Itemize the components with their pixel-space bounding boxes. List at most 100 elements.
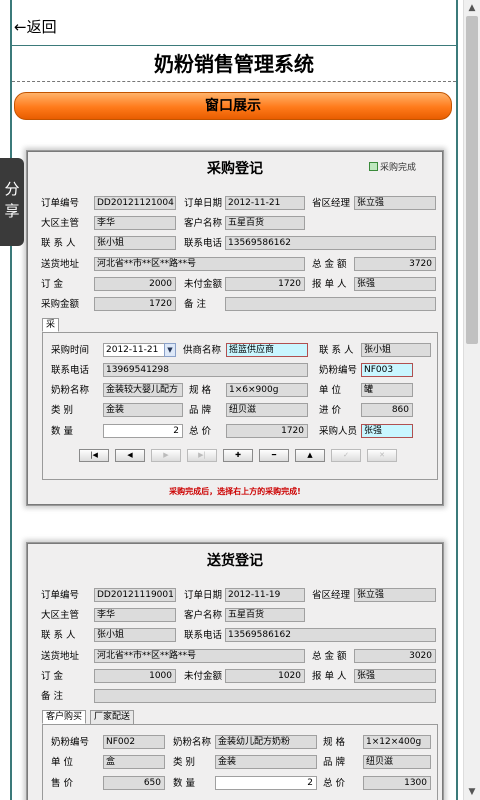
checkbox-label: 采购完成	[379, 163, 416, 173]
detail-contact-field[interactable]: 张小姐	[361, 343, 431, 357]
tab-purchase-detail[interactable]: 采购明细	[42, 318, 60, 369]
label: 客户名称	[184, 610, 223, 621]
vertical-scrollbar[interactable]: ▲ ▼	[463, 0, 480, 800]
label: 奶粉编号	[319, 365, 358, 376]
label: 订单日期	[184, 590, 223, 601]
reporter-field[interactable]: 张强	[354, 277, 436, 291]
label: 报 单 人	[312, 671, 347, 682]
order-no-field[interactable]: DD20121121004	[94, 196, 176, 210]
prev-record-button[interactable]: ◀	[115, 449, 145, 462]
detail-phone-field[interactable]: 13969541298	[103, 363, 308, 377]
back-link[interactable]: ←返回	[14, 16, 57, 37]
unit-field[interactable]: 盒	[103, 755, 165, 769]
manager-field[interactable]: 张立强	[354, 196, 436, 210]
label: 订单编号	[41, 590, 80, 601]
label: 联 系 人	[41, 630, 76, 641]
delivery-tabs: 客户购买 厂家配送	[42, 710, 162, 724]
chevron-down-icon[interactable]: ▼	[164, 343, 176, 357]
purchase-screenshot-card: 采购登记 采购完成 订单编号 DD20121121004 订单日期 2012-1…	[26, 150, 444, 506]
label: 订 金	[41, 279, 64, 290]
category-field[interactable]: 金装	[215, 755, 317, 769]
phone-field[interactable]: 13569586162	[225, 236, 436, 250]
sum-field[interactable]: 1720	[226, 424, 308, 438]
scroll-down-icon[interactable]: ▼	[464, 784, 480, 800]
total-field[interactable]: 3020	[354, 649, 436, 663]
label: 大区主管	[41, 218, 80, 229]
address-field[interactable]: 河北省**市**区**路**号	[94, 257, 305, 271]
order-date-field[interactable]: 2012-11-19	[225, 588, 305, 602]
region-field[interactable]: 李华	[94, 608, 176, 622]
label: 奶粉编号	[51, 737, 90, 748]
label: 联 系 人	[41, 238, 76, 249]
delete-record-button[interactable]: ━	[259, 449, 289, 462]
manager-field[interactable]: 张立强	[354, 588, 436, 602]
purchase-time-field[interactable]: 2012-11-21	[103, 343, 165, 357]
scroll-up-icon[interactable]: ▲	[464, 0, 480, 16]
label: 品 牌	[189, 405, 212, 416]
brand-field[interactable]: 纽贝滋	[226, 403, 308, 417]
quantity-field[interactable]: 2	[103, 424, 183, 438]
purchase-window: 采购登记 采购完成 订单编号 DD20121121004 订单日期 2012-1…	[27, 151, 443, 505]
next-record-button[interactable]: ▶	[151, 449, 181, 462]
add-record-button[interactable]: ✚	[223, 449, 253, 462]
label: 奶粉名称	[173, 737, 212, 748]
address-field[interactable]: 河北省**市**区**路**号	[94, 649, 305, 663]
remark-field[interactable]	[94, 689, 436, 703]
last-record-button[interactable]: ▶|	[187, 449, 217, 462]
scrollbar-thumb[interactable]	[466, 16, 478, 344]
sum-field[interactable]: 1300	[363, 776, 431, 790]
tab-customer-purchase[interactable]: 客户购买	[42, 710, 87, 724]
customer-field[interactable]: 五星百货	[225, 216, 305, 230]
label: 品 牌	[323, 757, 346, 768]
tab-factory-delivery[interactable]: 厂家配送	[90, 710, 135, 724]
label: 联系电话	[184, 630, 223, 641]
purchase-amount-field[interactable]: 1720	[94, 297, 176, 311]
customer-field[interactable]: 五星百货	[225, 608, 305, 622]
edit-record-button[interactable]: ▲	[295, 449, 325, 462]
order-no-field[interactable]: DD20121119001	[94, 588, 176, 602]
purchase-complete-checkbox[interactable]: 采购完成	[368, 162, 416, 174]
label: 省区经理	[312, 198, 351, 209]
region-field[interactable]: 李华	[94, 216, 176, 230]
deposit-field[interactable]: 1000	[94, 669, 176, 683]
quantity-field[interactable]: 2	[215, 776, 317, 790]
product-name-field[interactable]: 金装幼儿配方奶粉	[215, 735, 317, 749]
cost-price-field[interactable]: 860	[361, 403, 413, 417]
deposit-field[interactable]: 2000	[94, 277, 176, 291]
label: 未付金额	[184, 279, 223, 290]
phone-field[interactable]: 13569586162	[225, 628, 436, 642]
label: 联系电话	[184, 238, 223, 249]
cancel-record-button[interactable]: ✕	[367, 449, 397, 462]
buyer-field[interactable]: 张强	[361, 424, 413, 438]
category-field[interactable]: 金装	[103, 403, 183, 417]
unpaid-field[interactable]: 1720	[225, 277, 305, 291]
top-bar: ←返回	[12, 0, 456, 46]
label: 总 金 额	[312, 259, 347, 270]
product-code-field[interactable]: NF003	[361, 363, 413, 377]
section-banner: 窗口展示	[14, 92, 452, 120]
reporter-field[interactable]: 张强	[354, 669, 436, 683]
label: 数 量	[173, 778, 196, 789]
label: 总 价	[323, 778, 346, 789]
sale-price-field[interactable]: 650	[103, 776, 165, 790]
unit-field[interactable]: 罐	[361, 383, 413, 397]
unpaid-field[interactable]: 1020	[225, 669, 305, 683]
spec-field[interactable]: 1×12×400g	[363, 735, 431, 749]
confirm-record-button[interactable]: ✓	[331, 449, 361, 462]
contact-field[interactable]: 张小姐	[94, 628, 176, 642]
product-code-field[interactable]: NF002	[103, 735, 165, 749]
remark-field[interactable]	[225, 297, 436, 311]
order-date-field[interactable]: 2012-11-21	[225, 196, 305, 210]
label: 大区主管	[41, 610, 80, 621]
product-name-field[interactable]: 金装较大婴儿配方	[103, 383, 183, 397]
spec-field[interactable]: 1×6×900g	[226, 383, 308, 397]
total-field[interactable]: 3720	[354, 257, 436, 271]
contact-field[interactable]: 张小姐	[94, 236, 176, 250]
label: 采购时间	[51, 345, 90, 356]
supplier-field[interactable]: 摇篮供应商	[226, 343, 308, 357]
first-record-button[interactable]: |◀	[79, 449, 109, 462]
delivery-title: 送货登记	[207, 553, 263, 569]
share-button[interactable]: 分 享	[0, 158, 24, 246]
label: 联 系 人	[319, 345, 354, 356]
brand-field[interactable]: 纽贝滋	[363, 755, 431, 769]
